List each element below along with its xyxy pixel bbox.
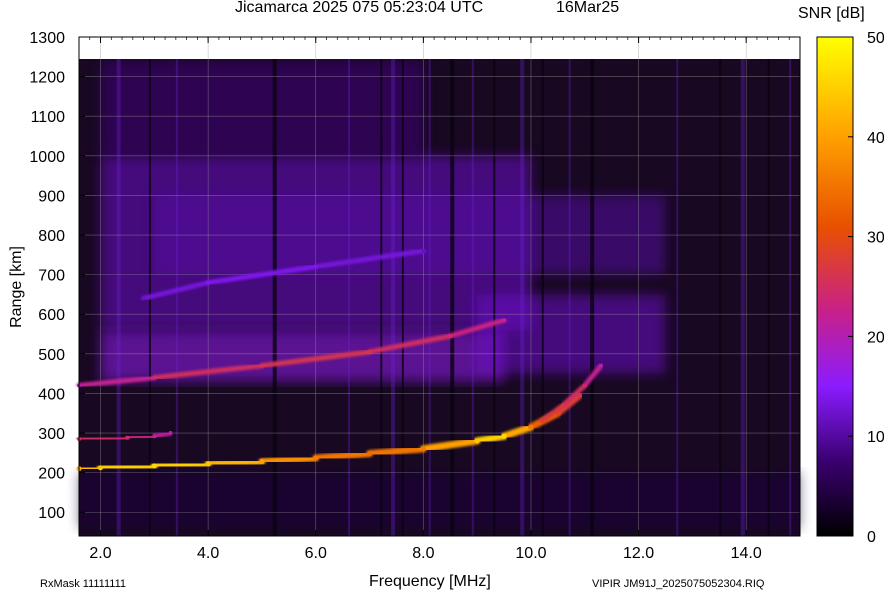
- x-tick-label-2: 6.0: [305, 545, 327, 562]
- y-tick-label-8: 900: [38, 188, 65, 205]
- interference-stripe-13: [541, 59, 544, 536]
- x-tick-label-3: 8.0: [412, 545, 434, 562]
- trace-point-0-3: [205, 461, 211, 467]
- trace-segment-0-5: [258, 454, 320, 466]
- trace-point-2-2: [152, 434, 157, 439]
- y-tick-label-0: 100: [38, 505, 65, 522]
- interference-stripe-10: [471, 59, 474, 536]
- y-tick-label-5: 600: [38, 307, 65, 324]
- interference-stripe-19: [767, 59, 770, 536]
- trace-segment-2-2: [124, 433, 157, 441]
- interference-stripe-20: [789, 59, 792, 536]
- trace-segment-0-9: [473, 432, 508, 445]
- colorbar: 0 10 20 30 40 50: [816, 30, 884, 546]
- interference-stripe-14: [568, 59, 571, 536]
- trace-point-0-4: [259, 459, 265, 465]
- interference-stripe-12: [520, 59, 525, 536]
- trace-point-0-2: [151, 463, 157, 469]
- trace-point-4-2: [313, 264, 318, 269]
- x-tick-label-6: 14.0: [731, 545, 762, 562]
- no-data-band: [79, 37, 800, 59]
- trace-point-3-5: [502, 318, 507, 323]
- trace-point-2-3: [168, 431, 173, 436]
- trace-point-0-9: [501, 433, 507, 439]
- interference-stripe-11: [493, 59, 496, 536]
- trace-point-4-0: [141, 296, 146, 301]
- y-tick-label-10: 1100: [31, 109, 66, 126]
- trace-segment-2-1: [76, 435, 130, 442]
- y-tick-label-4: 500: [38, 347, 65, 364]
- interference-stripe-15: [590, 59, 595, 536]
- y-tick-label-6: 700: [38, 268, 65, 285]
- x-tick-label-0: 2.0: [89, 545, 111, 562]
- haze-region-5: [79, 472, 800, 529]
- trace-point-3-3: [367, 349, 372, 354]
- colorbar-tick-label-3: 30: [867, 230, 884, 247]
- x-tick-label-5: 12.0: [623, 545, 654, 562]
- trace-point-0-1: [98, 465, 104, 471]
- trace-segment-0-6: [312, 450, 374, 462]
- x-tick-label-4: 10.0: [515, 545, 546, 562]
- y-tick-label-11: 1200: [29, 70, 65, 87]
- trace-segment-2-3: [151, 430, 173, 439]
- trace-segment-0-3: [150, 460, 212, 470]
- trace-point-4-3: [421, 248, 426, 253]
- interference-stripe-17: [719, 59, 722, 536]
- interference-stripe-16: [676, 59, 679, 536]
- trace-point-1-1: [561, 403, 566, 408]
- trace-point-1-0: [539, 419, 544, 424]
- trace-point-0-6: [367, 451, 373, 457]
- interference-stripe-9: [450, 59, 455, 536]
- trace-point-3-4: [448, 334, 453, 339]
- y-tick-label-3: 400: [38, 386, 65, 403]
- trace-point-0-10: [528, 424, 534, 430]
- interference-stripe-3: [272, 59, 277, 536]
- colorbar-tick-label-2: 20: [867, 329, 884, 346]
- trace-point-3-1: [152, 375, 157, 380]
- interference-stripe-4: [348, 59, 351, 536]
- trace-point-0-8: [474, 438, 480, 444]
- trace-point-0-5: [313, 455, 319, 461]
- trace-point-2-1: [125, 435, 130, 440]
- trace-point-1-3: [598, 363, 603, 368]
- trace-point-4-1: [206, 280, 211, 285]
- interference-stripe-18: [740, 59, 745, 536]
- trace-point-0-7: [420, 446, 426, 452]
- y-tick-label-1: 200: [38, 466, 65, 483]
- y-tick-label-2: 300: [38, 426, 65, 443]
- trace-point-1-2: [582, 383, 587, 388]
- haze-region-4: [477, 294, 666, 374]
- interference-stripe-5: [380, 59, 383, 536]
- colorbar-tick-label-5: 50: [867, 30, 884, 47]
- x-tick-label-1: 4.0: [197, 545, 219, 562]
- interference-stripe-7: [401, 59, 404, 536]
- trace-segment-0-2: [97, 462, 158, 472]
- trace-point-3-2: [259, 363, 264, 368]
- trace-segment-0-4: [204, 458, 266, 468]
- y-tick-label-7: 800: [38, 228, 65, 245]
- ionogram-plot: 2.0 4.0 6.0 8.0 10.0 12.0 14.01002003004005006…: [29, 30, 884, 562]
- colorbar-tick-label-1: 10: [867, 429, 884, 446]
- y-tick-label-9: 1000: [29, 149, 65, 166]
- trace-segment-0-7: [366, 445, 427, 458]
- interference-stripe-6: [391, 59, 396, 536]
- interference-stripe-8: [428, 59, 431, 536]
- colorbar-bar: [816, 36, 854, 537]
- y-tick-label-12: 1300: [29, 30, 65, 47]
- colorbar-tick-label-4: 40: [867, 130, 884, 147]
- colorbar-tick-label-0: 0: [867, 529, 876, 546]
